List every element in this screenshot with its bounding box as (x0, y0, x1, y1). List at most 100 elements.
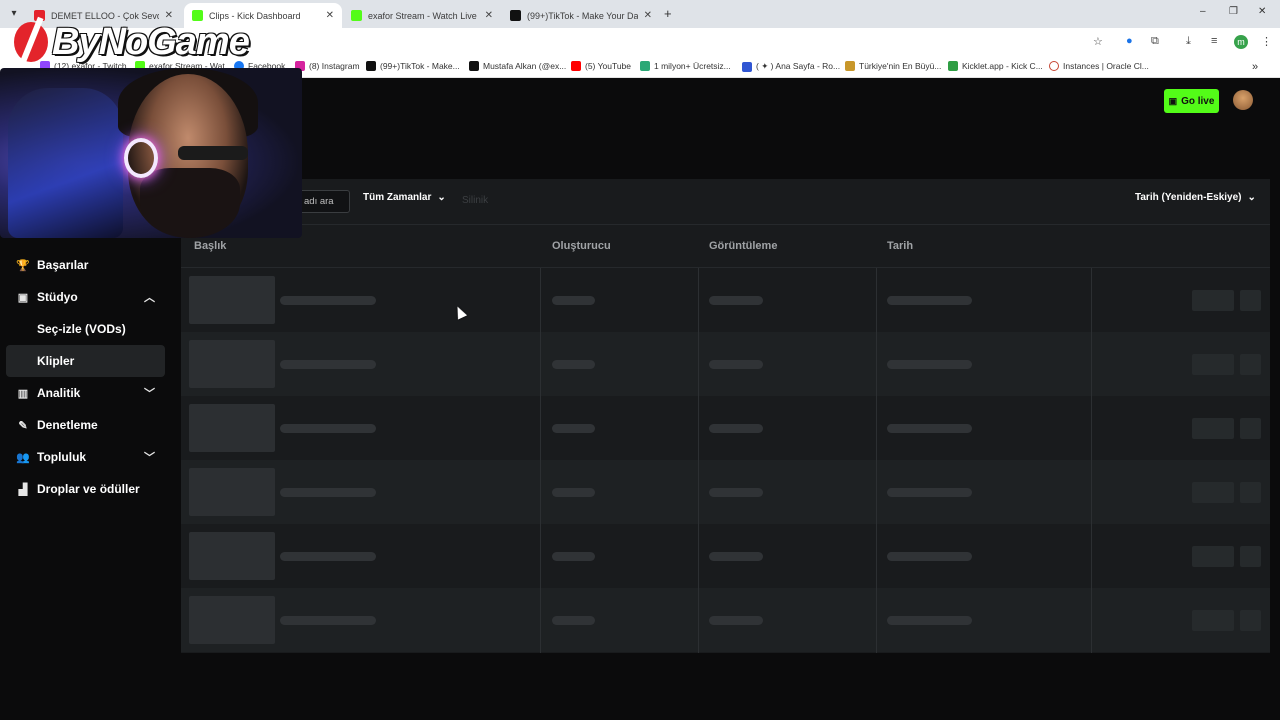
gaming-chair (8, 88, 123, 238)
column-divider (1091, 268, 1092, 653)
sidebar-item-achievements[interactable]: 🏆 Başarılar (6, 249, 165, 281)
title-skeleton (280, 360, 376, 369)
creator-skeleton (552, 424, 595, 433)
bookmark-item[interactable]: ( ✦ ) Ana Sayfa - Ro... (742, 61, 840, 72)
bookmark-item[interactable]: Instances | Oracle Cl... (1049, 61, 1149, 71)
sidebar-item-community[interactable]: 👥 Topluluk ﹀ (6, 441, 165, 473)
maximize-button[interactable]: ❐ (1229, 6, 1238, 17)
column-divider (540, 268, 541, 653)
sort-dropdown[interactable]: Tarih (Yeniden-Eskiye) ⌄ (1135, 192, 1256, 203)
streamer-sunglasses (178, 146, 248, 160)
menu-button-skeleton (1240, 546, 1261, 567)
sidebar-item-label: Denetleme (37, 418, 98, 432)
clip-thumbnail-skeleton (189, 404, 275, 452)
clips-panel: adı ara Tüm Zamanlar ⌄ Silinik Tarih (Ye… (181, 179, 1270, 653)
pixel-icon (640, 61, 650, 71)
browser-menu-icon[interactable]: ⋮ (1261, 35, 1272, 48)
disabled-filter-label: Silinik (462, 195, 489, 206)
chevron-up-icon: ︿ (144, 292, 155, 304)
close-tab-icon[interactable]: ✕ (326, 10, 334, 21)
minimize-button[interactable]: – (1200, 6, 1206, 17)
bookmark-item[interactable]: (5) YouTube (571, 61, 631, 71)
go-live-button[interactable]: ▣ Go live (1164, 89, 1219, 113)
table-row[interactable] (181, 268, 1270, 332)
bookmark-item[interactable]: (8) Instagram (295, 61, 360, 71)
youtube-icon (571, 61, 581, 71)
action-button-skeleton (1192, 482, 1234, 503)
menu-button-skeleton (1240, 354, 1261, 375)
bookmark-item[interactable]: 1 milyon+ Ücretsiz... (640, 61, 731, 71)
creator-skeleton (552, 296, 595, 305)
views-skeleton (709, 424, 763, 433)
bynogame-logo-text: ByNoGame (52, 20, 250, 63)
kick-logo-icon: ▣ (1168, 95, 1178, 106)
sidebar-item-label: Seç-izle (VODs) (37, 322, 126, 336)
close-window-button[interactable]: ✕ (1258, 6, 1266, 17)
time-filter-label: Tüm Zamanlar (363, 192, 432, 203)
table-row[interactable] (181, 588, 1270, 652)
column-header-views[interactable]: Görüntüleme (709, 240, 777, 252)
sidebar-item-drops[interactable]: ▟ Droplar ve ödüller (6, 473, 165, 505)
table-row[interactable] (181, 332, 1270, 396)
new-tab-button[interactable]: + (664, 6, 672, 21)
bynogame-logo-icon (14, 22, 48, 62)
streamer-beard (140, 168, 240, 238)
column-header-title[interactable]: Başlık (194, 240, 226, 252)
bynogame-logo: ByNoGame (14, 16, 250, 68)
column-header-date[interactable]: Tarih (887, 240, 913, 252)
bookmark-star-icon[interactable]: ☆ (1093, 35, 1103, 48)
menu-button-skeleton (1240, 290, 1261, 311)
search-placeholder: adı ara (304, 196, 334, 207)
title-skeleton (280, 616, 376, 625)
community-icon: 👥 (16, 451, 30, 464)
trophy-icon: 🏆 (16, 259, 30, 272)
menu-button-skeleton (1240, 610, 1261, 631)
menu-button-skeleton (1240, 418, 1261, 439)
table-row[interactable] (181, 524, 1270, 588)
extension-icon[interactable]: ● (1126, 35, 1133, 47)
close-tab-icon[interactable]: ✕ (644, 10, 652, 21)
clip-thumbnail-skeleton (189, 532, 275, 580)
roblox-icon (742, 61, 752, 72)
date-skeleton (887, 424, 972, 433)
sidebar-item-clips[interactable]: Klipler (6, 345, 165, 377)
sidebar-item-studio[interactable]: ▣ Stüdyo ︿ (6, 281, 165, 313)
more-bookmarks-icon[interactable]: » (1252, 61, 1258, 73)
sidebar-item-label: Klipler (37, 354, 75, 368)
creator-skeleton (552, 360, 595, 369)
clip-thumbnail-skeleton (189, 596, 275, 644)
date-skeleton (887, 552, 972, 561)
bookmark-item[interactable]: Türkiye'nin En Büyü... (845, 61, 941, 71)
user-avatar[interactable] (1233, 90, 1253, 110)
sidebar-item-moderation[interactable]: ✎ Denetleme (6, 409, 165, 441)
bookmark-label: (8) Instagram (309, 61, 360, 71)
wrench-icon: ✎ (18, 419, 28, 432)
table-row[interactable] (181, 460, 1270, 524)
sidebar-item-vods[interactable]: Seç-izle (VODs) (6, 313, 165, 345)
extensions-puzzle-icon[interactable]: ⧉ (1151, 35, 1159, 48)
table-row[interactable] (181, 396, 1270, 460)
column-header-creator[interactable]: Oluşturucu (552, 240, 611, 252)
date-skeleton (887, 488, 972, 497)
profile-avatar[interactable]: m (1234, 35, 1248, 49)
download-icon[interactable]: ⤓ (1186, 35, 1191, 48)
oracle-icon (1049, 61, 1059, 71)
bookmark-label: (5) YouTube (585, 61, 631, 71)
bookmark-label: (99+)TikTok - Make... (380, 61, 460, 71)
sidebar-item-label: Droplar ve ödüller (37, 482, 140, 496)
table-header: Başlık Oluşturucu Görüntüleme Tarih (181, 225, 1270, 268)
title-skeleton (280, 488, 376, 497)
bookmark-item[interactable]: Mustafa Alkan (@ex... (469, 61, 566, 71)
views-skeleton (709, 552, 763, 561)
browser-tab[interactable]: exafor Stream - Watch Live on ✕ (343, 3, 501, 28)
bookmark-label: Instances | Oracle Cl... (1063, 61, 1149, 71)
media-control-icon[interactable]: ≡ (1211, 35, 1217, 47)
views-skeleton (709, 360, 763, 369)
browser-tab[interactable]: (99+)TikTok - Make Your Day ✕ (502, 3, 660, 28)
sidebar-item-analytics[interactable]: ▥ Analitik ﹀ (6, 377, 165, 409)
bookmark-item[interactable]: (99+)TikTok - Make... (366, 61, 460, 71)
views-skeleton (709, 296, 763, 305)
close-tab-icon[interactable]: ✕ (485, 10, 493, 21)
bookmark-item[interactable]: Kicklet.app - Kick C... (948, 61, 1043, 71)
time-filter-dropdown[interactable]: Tüm Zamanlar ⌄ (363, 192, 446, 203)
